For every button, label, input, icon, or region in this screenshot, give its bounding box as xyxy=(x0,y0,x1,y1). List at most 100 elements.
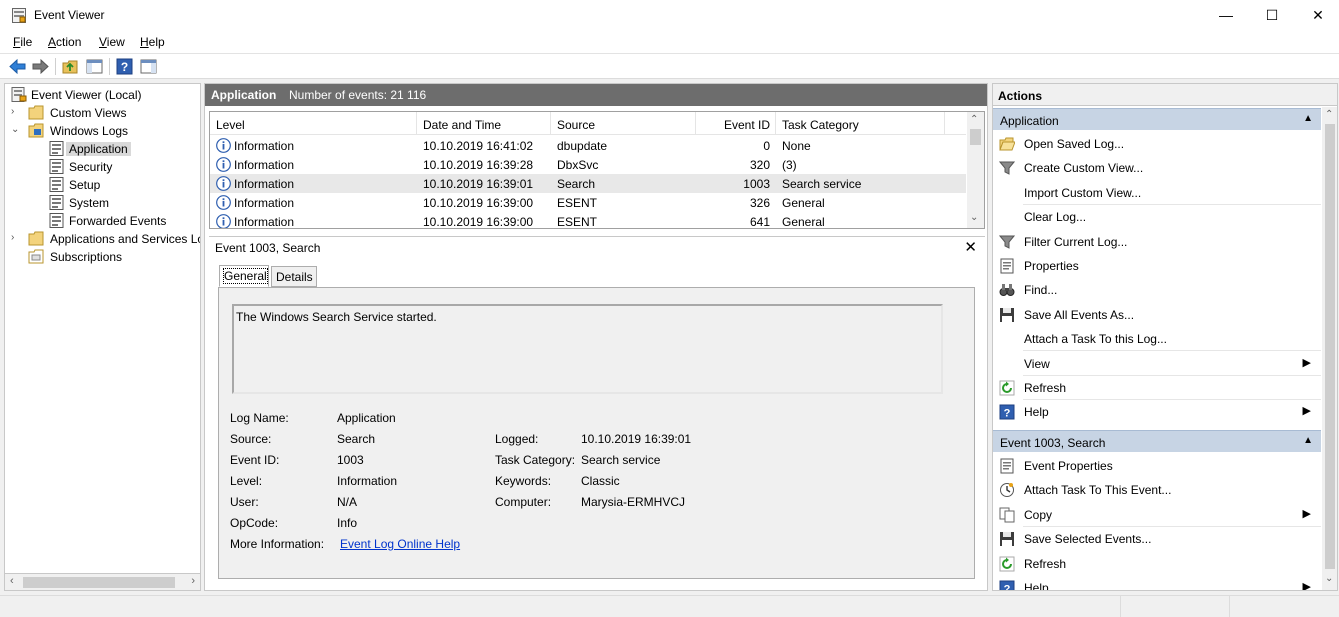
action-find[interactable]: Find... xyxy=(993,278,1321,302)
menu-action-rest: ction xyxy=(56,35,82,49)
action-help[interactable]: ? Help ▶ xyxy=(993,400,1321,424)
actions-vertical-scrollbar[interactable]: ⌃ ⌄ xyxy=(1322,107,1337,590)
cell-level: Information xyxy=(234,139,295,153)
scroll-down-icon[interactable]: ⌄ xyxy=(1325,573,1333,584)
submenu-arrow-icon: ▶ xyxy=(1302,405,1311,418)
scroll-thumb[interactable] xyxy=(970,129,981,145)
windows-logs-folder-icon xyxy=(28,123,44,138)
close-detail-icon[interactable]: ✕ xyxy=(964,238,977,256)
action-clear-log[interactable]: Clear Log... xyxy=(993,205,1321,229)
console-tree: Event Viewer (Local) › Custom Views ⌄ Wi… xyxy=(4,83,201,591)
properties-icon xyxy=(1000,458,1014,474)
menu-help[interactable]: Help xyxy=(140,35,165,49)
scroll-left-icon[interactable]: ‹ xyxy=(10,575,14,587)
action-copy[interactable]: Copy ▶ xyxy=(993,503,1321,527)
chevron-right-icon[interactable]: › xyxy=(11,232,21,243)
action-import-custom-view[interactable]: Import Custom View... xyxy=(993,181,1321,205)
column-divider[interactable] xyxy=(416,112,417,135)
column-header-datetime[interactable]: Date and Time xyxy=(423,118,501,132)
scroll-up-icon[interactable]: ⌃ xyxy=(1325,109,1333,120)
help-icon[interactable]: ? xyxy=(115,57,134,76)
table-row[interactable]: Information 10.10.2019 16:41:02 dbupdate 0 N… xyxy=(210,136,966,155)
scroll-thumb[interactable] xyxy=(23,577,175,588)
tree-label-apps-services: Applications and Services Lo xyxy=(50,232,201,246)
action-refresh[interactable]: Refresh xyxy=(993,552,1321,576)
action-properties[interactable]: Properties xyxy=(993,254,1321,278)
action-attach-task-to-this-event[interactable]: Attach Task To This Event... xyxy=(993,478,1321,502)
section-header-event[interactable]: Event 1003, Search ▲ xyxy=(993,430,1321,452)
maximize-button[interactable]: ☐ xyxy=(1249,0,1295,31)
chevron-down-icon[interactable]: ⌄ xyxy=(11,124,21,135)
scroll-down-icon[interactable]: ⌄ xyxy=(970,212,978,223)
event-log-online-help-link[interactable]: Event Log Online Help xyxy=(340,537,460,551)
column-divider[interactable] xyxy=(944,112,945,135)
table-header: Level Date and Time Source Event ID Task… xyxy=(210,112,966,135)
action-label: Clear Log... xyxy=(1024,210,1087,225)
table-row[interactable]: Information 10.10.2019 16:39:01 Search 1003… xyxy=(210,174,966,193)
column-header-task-category[interactable]: Task Category xyxy=(782,118,859,132)
window-title: Event Viewer xyxy=(34,8,105,22)
cell-level: Information xyxy=(234,215,295,229)
cell-level: Information xyxy=(234,196,295,210)
minimize-button[interactable]: — xyxy=(1203,0,1249,31)
action-label: Create Custom View... xyxy=(1024,161,1144,176)
action-view[interactable]: View ▶ xyxy=(993,352,1321,376)
menu-file-rest: ile xyxy=(20,35,33,49)
chevron-right-icon[interactable]: › xyxy=(11,106,21,117)
label-logged: Logged: xyxy=(495,432,539,446)
section-header-application[interactable]: Application ▲ xyxy=(993,108,1321,130)
table-row[interactable]: Information 10.10.2019 16:39:28 DbxSvc 320 (… xyxy=(210,155,966,174)
action-save-selected-events[interactable]: Save Selected Events... xyxy=(993,527,1321,551)
column-header-level[interactable]: Level xyxy=(216,118,245,132)
column-header-event-id[interactable]: Event ID xyxy=(703,118,770,132)
value-computer: Marysia-ERMHVCJ xyxy=(581,495,686,509)
action-refresh[interactable]: Refresh xyxy=(993,376,1321,400)
action-open-saved-log[interactable]: Open Saved Log... xyxy=(993,132,1321,156)
forward-arrow-icon[interactable] xyxy=(31,57,50,76)
tab-general[interactable]: General xyxy=(219,265,269,287)
column-divider[interactable] xyxy=(775,112,776,135)
table-row[interactable]: Information 10.10.2019 16:39:00 ESENT 641 Ge… xyxy=(210,212,966,229)
table-row[interactable]: Information 10.10.2019 16:39:00 ESENT 326 Ge… xyxy=(210,193,966,212)
show-action-pane-icon[interactable] xyxy=(139,57,158,76)
collapse-up-icon[interactable]: ▲ xyxy=(1303,113,1313,124)
scroll-thumb[interactable] xyxy=(1325,124,1335,569)
action-label: Filter Current Log... xyxy=(1024,234,1128,249)
menu-file[interactable]: File xyxy=(13,35,32,49)
tab-details[interactable]: Details xyxy=(271,266,317,287)
column-divider[interactable] xyxy=(695,112,696,135)
tree-label-root: Event Viewer (Local) xyxy=(31,88,142,102)
up-folder-icon[interactable] xyxy=(61,57,80,76)
event-description-box[interactable]: The Windows Search Service started. xyxy=(232,304,943,394)
column-header-source[interactable]: Source xyxy=(557,118,595,132)
back-arrow-icon[interactable] xyxy=(8,57,27,76)
action-label: Find... xyxy=(1024,283,1058,298)
cell-source: DbxSvc xyxy=(557,158,599,172)
table-vertical-scrollbar[interactable]: ⌃ ⌄ xyxy=(967,112,984,228)
menu-action[interactable]: Action xyxy=(48,35,81,49)
label-level: Level: xyxy=(230,474,263,488)
action-save-all-events-as[interactable]: Save All Events As... xyxy=(993,303,1321,327)
column-divider[interactable] xyxy=(550,112,551,135)
submenu-arrow-icon: ▶ xyxy=(1302,356,1311,369)
cell-task-category: General xyxy=(782,196,825,210)
action-help[interactable]: ? Help ▶ xyxy=(993,576,1321,590)
action-create-custom-view[interactable]: Create Custom View... xyxy=(993,156,1321,180)
tree-label-system: System xyxy=(69,196,110,210)
menu-view[interactable]: View xyxy=(99,35,125,49)
tree-horizontal-scrollbar[interactable]: ‹ › xyxy=(4,573,201,591)
show-hide-tree-icon[interactable] xyxy=(85,57,104,76)
action-attach-a-task-to-this-log[interactable]: Attach a Task To this Log... xyxy=(993,327,1321,352)
action-event-properties[interactable]: Event Properties xyxy=(993,454,1321,478)
menu-bar: File Action View Help xyxy=(0,31,1339,53)
actions-title: Actions xyxy=(998,89,1043,103)
cell-task-category: General xyxy=(782,215,825,229)
scroll-right-icon[interactable]: › xyxy=(191,575,195,587)
tab-details-label: Details xyxy=(276,270,313,284)
scroll-up-icon[interactable]: ⌃ xyxy=(970,114,978,125)
close-window-button[interactable]: ✕ xyxy=(1295,0,1339,31)
label-source: Source: xyxy=(230,432,272,446)
collapse-up-icon[interactable]: ▲ xyxy=(1303,435,1313,446)
action-filter-current-log[interactable]: Filter Current Log... xyxy=(993,230,1321,254)
task-icon xyxy=(1000,483,1014,498)
